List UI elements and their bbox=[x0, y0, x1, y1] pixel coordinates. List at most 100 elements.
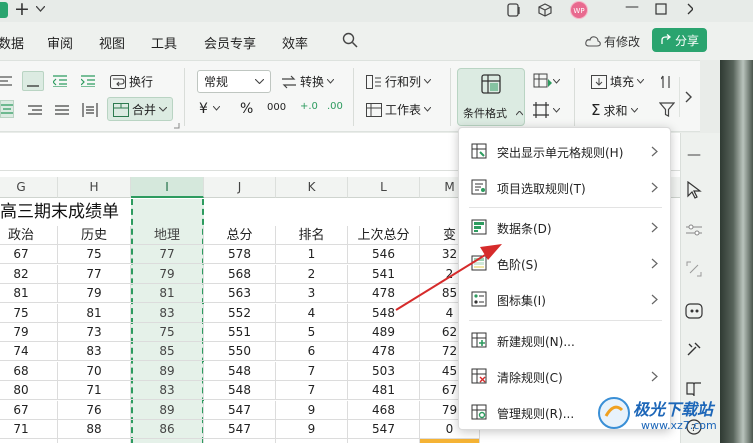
table-cell[interactable]: 5 bbox=[276, 323, 348, 342]
table-cell[interactable]: 75 bbox=[0, 303, 58, 323]
sum-button[interactable]: Σ 求和 bbox=[591, 101, 638, 119]
table-cell[interactable]: 67 bbox=[0, 245, 58, 265]
tab-view[interactable]: 视图 bbox=[99, 33, 125, 52]
header-cell[interactable]: 上次总分 bbox=[348, 226, 420, 245]
column-header-k[interactable]: K bbox=[276, 177, 348, 198]
table-cell[interactable]: 3 bbox=[276, 284, 348, 304]
table-cell[interactable]: 70 bbox=[0, 439, 58, 443]
chevron-down-icon[interactable] bbox=[36, 6, 45, 12]
align-bottom-button[interactable] bbox=[22, 71, 44, 91]
worksheet-button[interactable]: 工作表 bbox=[366, 101, 432, 118]
cell-style-icon[interactable] bbox=[533, 73, 553, 89]
table-cell[interactable]: 548 bbox=[348, 303, 420, 323]
header-cell[interactable]: 历史 bbox=[58, 226, 131, 245]
sheet-title-cell[interactable]: 高三期末成绩单 bbox=[0, 200, 119, 225]
maximize-icon[interactable] bbox=[655, 3, 667, 15]
table-cell[interactable]: 11 bbox=[276, 439, 348, 443]
tab-review[interactable]: 审阅 bbox=[47, 33, 73, 52]
table-cell[interactable]: 548 bbox=[204, 381, 276, 401]
table-cell[interactable]: 478 bbox=[348, 342, 420, 362]
column-header-l[interactable]: L bbox=[348, 177, 420, 198]
header-cell[interactable]: 政治 bbox=[0, 226, 58, 245]
table-cell[interactable]: 563 bbox=[204, 284, 276, 304]
table-cell[interactable]: 71 bbox=[0, 420, 58, 439]
select-cursor-icon[interactable] bbox=[686, 181, 702, 199]
menu-item-data-bars[interactable]: 数据条(D) bbox=[459, 213, 670, 243]
table-cell[interactable]: 81 bbox=[0, 284, 58, 304]
table-cell[interactable]: 75 bbox=[58, 245, 131, 265]
minimize-icon[interactable]: — bbox=[625, 0, 639, 15]
align-left-icon[interactable] bbox=[0, 75, 14, 87]
decrease-decimal-button[interactable]: .00 bbox=[327, 101, 343, 112]
settings-sliders-icon[interactable] bbox=[686, 223, 702, 237]
table-cell[interactable]: 468 bbox=[348, 400, 420, 420]
table-cell[interactable]: 73 bbox=[58, 323, 131, 342]
table-cell[interactable]: 2 bbox=[276, 264, 348, 284]
table-cell[interactable]: 489 bbox=[348, 323, 420, 342]
chevron-down-icon[interactable] bbox=[553, 79, 560, 84]
table-cell[interactable]: 83 bbox=[131, 381, 204, 401]
table-cell[interactable]: 83 bbox=[131, 303, 204, 323]
table-cell[interactable]: 547 bbox=[348, 420, 420, 439]
table-cell[interactable]: 478 bbox=[348, 284, 420, 304]
table-cell[interactable]: 7 bbox=[276, 381, 348, 401]
table-cell[interactable]: 83 bbox=[58, 342, 131, 362]
filter-icon[interactable] bbox=[659, 102, 675, 117]
table-cell[interactable]: 77 bbox=[58, 439, 131, 443]
table-cell[interactable]: 81 bbox=[131, 284, 204, 304]
tab-data[interactable]: 数据 bbox=[0, 33, 24, 52]
window-tile-icon[interactable] bbox=[507, 3, 521, 17]
table-cell[interactable]: 481 bbox=[348, 381, 420, 401]
table-cell[interactable]: 81 bbox=[58, 303, 131, 323]
table-cell[interactable]: 548 bbox=[204, 361, 276, 381]
table-cell[interactable]: 9 bbox=[276, 400, 348, 420]
table-cell[interactable]: 552 bbox=[204, 303, 276, 323]
table-cell[interactable]: 546 bbox=[348, 245, 420, 265]
table-cell[interactable]: 541 bbox=[348, 264, 420, 284]
increase-decimal-button[interactable]: +.0 bbox=[300, 101, 318, 112]
chevron-down-icon[interactable] bbox=[213, 106, 220, 111]
table-cell[interactable]: 547 bbox=[204, 420, 276, 439]
column-header-h[interactable]: H bbox=[58, 177, 131, 198]
table-cell[interactable]: 70 bbox=[58, 361, 131, 381]
table-cell[interactable]: 1 bbox=[276, 245, 348, 265]
table-cell[interactable]: 7 bbox=[276, 361, 348, 381]
table-cell[interactable]: 80 bbox=[0, 381, 58, 401]
collapse-icon[interactable]: — bbox=[687, 147, 701, 163]
table-cell[interactable]: 89 bbox=[131, 400, 204, 420]
indent-decrease-icon[interactable] bbox=[53, 75, 67, 87]
table-cell[interactable]: 74 bbox=[0, 342, 58, 362]
table-cell[interactable]: 551 bbox=[204, 323, 276, 342]
table-cell[interactable]: 82 bbox=[0, 264, 58, 284]
number-format-select[interactable]: 常规 bbox=[197, 70, 271, 93]
menu-item-icon-sets[interactable]: 图标集(I) bbox=[459, 285, 670, 315]
avatar[interactable]: WP bbox=[570, 1, 588, 19]
tab-tools[interactable]: 工具 bbox=[151, 33, 177, 52]
wrap-text-button[interactable]: 换行 bbox=[110, 73, 153, 90]
menu-item-clear-rules[interactable]: 清除规则(C) bbox=[459, 362, 670, 392]
tools-icon[interactable] bbox=[686, 341, 702, 357]
table-cell[interactable]: 546 bbox=[204, 439, 276, 443]
tab-member[interactable]: 会员专享 bbox=[204, 33, 256, 52]
share-button[interactable]: 分享 bbox=[652, 28, 707, 52]
convert-button[interactable]: 转换 bbox=[281, 73, 335, 90]
percent-button[interactable]: % bbox=[240, 101, 253, 117]
revision-button[interactable]: 有修改 bbox=[585, 30, 640, 52]
justify-icon[interactable] bbox=[55, 104, 69, 116]
column-header-i[interactable]: I bbox=[131, 177, 204, 198]
indent-increase-icon[interactable] bbox=[81, 75, 95, 87]
sort-icon[interactable] bbox=[661, 74, 673, 90]
table-cell[interactable]: 85 bbox=[131, 342, 204, 362]
table-cell[interactable]: 86 bbox=[131, 420, 204, 439]
table-cell[interactable]: 79 bbox=[131, 264, 204, 284]
header-cell[interactable]: 总分 bbox=[204, 226, 276, 245]
menu-item-highlight-rules[interactable]: 突出显示单元格规则(H) bbox=[459, 137, 670, 167]
ai-icon[interactable] bbox=[685, 303, 703, 319]
table-cell[interactable]: 578 bbox=[204, 245, 276, 265]
distribute-icon[interactable] bbox=[82, 102, 98, 118]
table-cell[interactable]: 67 bbox=[0, 400, 58, 420]
table-cell[interactable]: 547 bbox=[204, 400, 276, 420]
menu-item-color-scales[interactable]: 色阶(S) bbox=[459, 249, 670, 279]
table-cell[interactable]: 4 bbox=[276, 303, 348, 323]
table-cell[interactable] bbox=[420, 439, 480, 443]
